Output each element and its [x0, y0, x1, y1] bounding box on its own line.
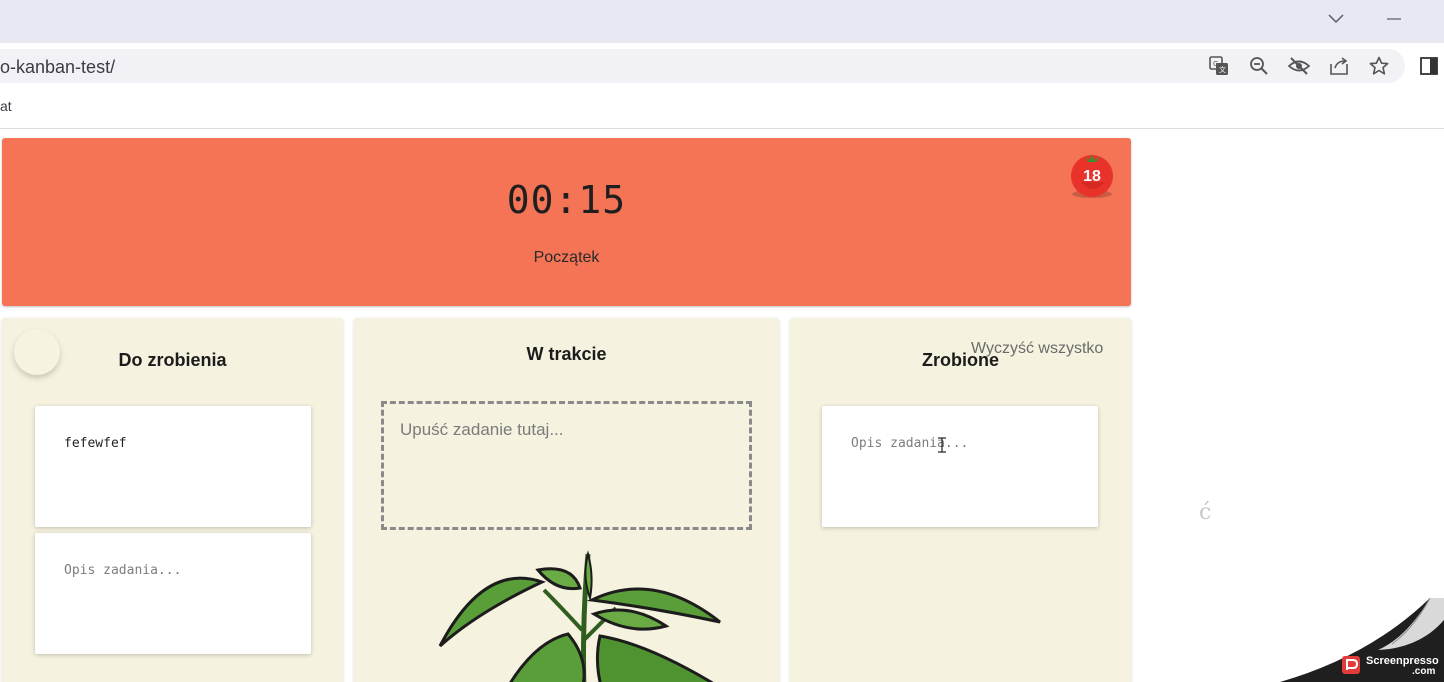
star-icon[interactable] — [1366, 53, 1392, 79]
bookmarks-bar: at — [0, 89, 1444, 129]
column-title-in-progress: W trakcie — [526, 344, 607, 364]
url-text: o-kanban-test/ — [0, 57, 116, 77]
dropzone-hint: Upuść zadanie tutaj... — [400, 420, 564, 439]
side-panel-icon[interactable] — [1416, 53, 1442, 79]
eye-off-icon[interactable] — [1286, 53, 1312, 79]
bookmark-item[interactable]: at — [0, 98, 12, 114]
column-todo: Do zrobienia fefewfef Opis zadania... — [2, 318, 343, 682]
screenpresso-watermark: Screenpresso .com — [1280, 598, 1444, 682]
chevron-down-icon[interactable] — [1316, 6, 1356, 32]
svg-text:G: G — [1213, 60, 1218, 68]
task-description-placeholder[interactable]: Opis zadania... — [851, 436, 968, 451]
task-description-placeholder[interactable]: Opis zadania... — [64, 563, 181, 578]
text-cursor-icon — [938, 437, 946, 453]
tomato-count: 18 — [1083, 168, 1101, 185]
pomodoro-timer-panel: 00:15 Początek 18 — [2, 138, 1131, 306]
timer-status-label[interactable]: Początek — [2, 249, 1131, 267]
tomato-counter: 18 — [1069, 152, 1115, 200]
browser-title-bar — [0, 0, 1444, 43]
minimize-icon[interactable] — [1374, 6, 1414, 32]
stray-character: ć — [1199, 500, 1212, 525]
task-card[interactable]: fefewfef — [35, 406, 311, 527]
translate-icon[interactable]: G文 — [1206, 53, 1232, 79]
zoom-out-icon[interactable] — [1246, 53, 1272, 79]
task-text[interactable]: fefewfef — [64, 436, 127, 451]
plant-illustration — [438, 550, 721, 682]
column-title-todo: Do zrobienia — [118, 350, 227, 370]
share-icon[interactable] — [1326, 53, 1352, 79]
watermark-domain: .com — [1412, 666, 1436, 677]
task-card[interactable]: Opis zadania... — [35, 533, 311, 654]
clear-all-button[interactable]: Wyczyść wszystko — [971, 340, 1103, 358]
task-dropzone[interactable]: Upuść zadanie tutaj... — [381, 401, 752, 530]
column-in-progress: W trakcie Upuść zadanie tutaj... — [354, 318, 779, 682]
column-done: Zrobione Wyczyść wszystko Opis zadania..… — [790, 318, 1131, 682]
svg-text:文: 文 — [1219, 65, 1226, 74]
timer-display: 00:15 — [506, 178, 627, 222]
address-bar: o-kanban-test/ G文 — [0, 43, 1444, 89]
url-field[interactable]: o-kanban-test/ — [0, 49, 1405, 83]
task-card[interactable]: Opis zadania... — [822, 406, 1098, 527]
